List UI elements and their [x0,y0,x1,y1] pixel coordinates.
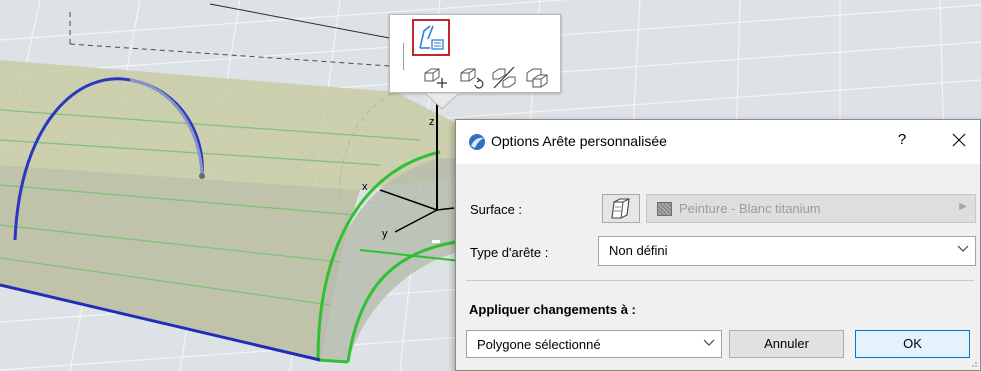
dialog-titlebar[interactable]: Options Arête personnalisée ? [456,120,980,164]
chevron-down-icon [957,245,969,252]
cancel-button[interactable]: Annuler [729,330,844,358]
surface-picker-button[interactable] [602,194,640,223]
palette-separator [403,43,404,70]
y-axis-label: y [382,228,388,240]
surface-dropdown: Peinture - Blanc titanium ▶ [646,194,976,223]
surface-value: Peinture - Blanc titanium [679,201,821,216]
chevron-down-icon [703,339,715,346]
custom-edge-settings-icon [419,25,444,50]
move-tool-button[interactable] [422,64,450,90]
edge-type-label: Type d'arête : [470,245,549,260]
x-axis-label: x [362,181,368,193]
dialog-title: Options Arête personnalisée [491,133,667,149]
help-button[interactable]: ? [893,131,911,151]
z-axis-label: z [429,116,435,128]
apply-to-select[interactable]: Polygone sélectionné [466,330,722,358]
close-button[interactable] [947,128,971,152]
offset-copy-tool-button[interactable] [524,64,552,90]
apply-changes-heading: Appliquer changements à : [469,302,636,317]
pet-palette [389,14,561,93]
palette-pointer [425,93,459,109]
archicad-app-icon [469,134,485,150]
resize-grip-icon[interactable] [970,360,978,368]
rotate-icon [460,68,484,89]
mirror-icon [492,66,516,89]
surface-label: Surface : [470,202,523,217]
chevron-right-icon: ▶ [959,201,967,212]
surface-material-icon [611,198,630,219]
surface-swatch [657,202,672,216]
custom-edge-options-dialog: Options Arête personnalisée ? Surface : … [455,119,981,371]
divider [466,280,974,281]
rotate-tool-button[interactable] [458,64,486,90]
offset-copy-icon [526,68,548,88]
ok-button[interactable]: OK [855,330,970,358]
edge-type-select[interactable]: Non défini [598,236,976,266]
close-icon [952,133,966,147]
edge-type-value: Non défini [609,243,668,258]
custom-edge-settings-button[interactable] [412,19,450,56]
mirror-tool-button[interactable] [490,64,518,90]
move-icon [424,68,447,88]
apply-to-value: Polygone sélectionné [477,337,601,352]
